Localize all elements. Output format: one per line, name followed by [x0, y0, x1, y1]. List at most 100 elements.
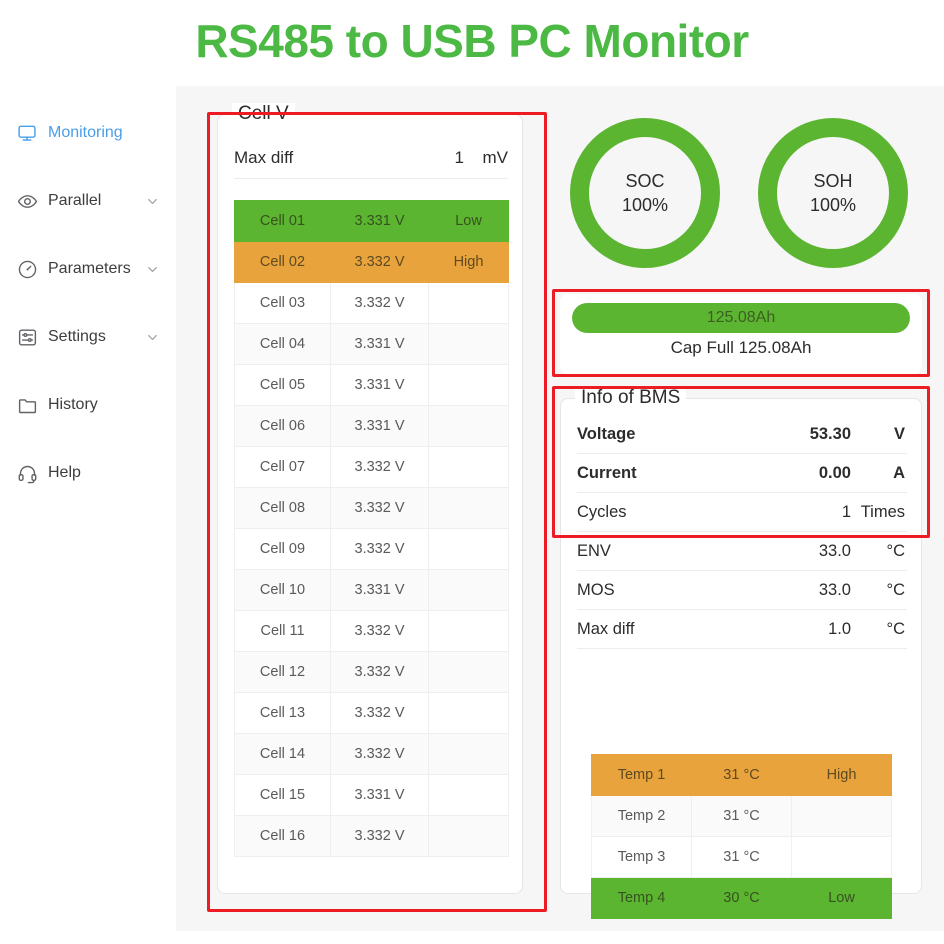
- cell-voltage-status: [428, 774, 509, 816]
- cell-voltage-row[interactable]: Cell 02 3.332 V High: [234, 241, 509, 283]
- bms-info-key: Max diff: [577, 619, 635, 638]
- bms-info-value: 33.0: [818, 580, 851, 599]
- page-title: RS485 to USB PC Monitor: [195, 15, 749, 67]
- cell-voltage-name: Cell 04: [234, 323, 331, 365]
- bms-info-unit: °C: [886, 541, 905, 560]
- sidebar-item-history[interactable]: History: [0, 390, 176, 420]
- bms-info-row: Cycles 1 Times: [577, 493, 907, 532]
- cell-voltage-value: 3.332 V: [330, 733, 429, 775]
- bms-info-value: 1: [841, 502, 851, 521]
- cell-voltage-row[interactable]: Cell 07 3.332 V: [234, 446, 509, 488]
- temperature-row[interactable]: Temp 3 31 °C: [591, 836, 892, 878]
- sidebar-label-monitoring: Monitoring: [48, 124, 123, 141]
- cell-voltage-value: 3.332 V: [330, 528, 429, 570]
- cell-voltage-row[interactable]: Cell 16 3.332 V: [234, 815, 509, 857]
- cell-voltage-row[interactable]: Cell 09 3.332 V: [234, 528, 509, 570]
- bms-info-key: Cycles: [577, 502, 627, 521]
- cell-voltage-legend: Cell V: [232, 103, 295, 125]
- temperature-name: Temp 1: [591, 754, 692, 796]
- cell-voltage-row[interactable]: Cell 06 3.331 V: [234, 405, 509, 447]
- bms-info-unit: °C: [886, 580, 905, 599]
- soh-gauge-label: SOH: [813, 170, 853, 191]
- sidebar-label-parameters: Parameters: [48, 260, 131, 277]
- temperature-status: [791, 795, 892, 837]
- chevron-down-icon-settings[interactable]: [144, 329, 160, 345]
- cell-voltage-value: 3.331 V: [330, 774, 429, 816]
- sidebar-label-help: Help: [48, 464, 81, 481]
- sidebar-item-parameters[interactable]: Parameters: [0, 254, 176, 284]
- cell-voltage-row[interactable]: Cell 12 3.332 V: [234, 651, 509, 693]
- cell-voltage-row[interactable]: Cell 10 3.331 V: [234, 569, 509, 611]
- capacity-subtext: Cap Full 125.08Ah: [670, 338, 812, 357]
- gauge-icon: [16, 258, 38, 280]
- cell-voltage-name: Cell 13: [234, 692, 331, 734]
- cell-voltage-row[interactable]: Cell 05 3.331 V: [234, 364, 509, 406]
- cell-voltage-value: 3.331 V: [330, 364, 429, 406]
- cell-voltage-row[interactable]: Cell 11 3.332 V: [234, 610, 509, 652]
- temperature-row[interactable]: Temp 1 31 °C High: [591, 754, 892, 796]
- cell-voltage-row[interactable]: Cell 14 3.332 V: [234, 733, 509, 775]
- cell-voltage-status: [428, 692, 509, 734]
- cell-voltage-value: 3.332 V: [330, 487, 429, 529]
- sidebar-item-monitoring[interactable]: Monitoring: [0, 118, 176, 148]
- cell-voltage-status: [428, 651, 509, 693]
- bms-info-unit: °C: [886, 619, 905, 638]
- sidebar-label-history: History: [48, 396, 98, 413]
- cell-voltage-row[interactable]: Cell 13 3.332 V: [234, 692, 509, 734]
- sidebar: Monitoring Parallel Parameters Settings …: [0, 86, 176, 944]
- bms-info-key: Voltage: [577, 424, 636, 443]
- cell-voltage-status: [428, 528, 509, 570]
- temperature-name: Temp 4: [591, 877, 692, 919]
- bms-info-value: 33.0: [818, 541, 851, 560]
- bms-info-legend: Info of BMS: [575, 387, 687, 409]
- bms-info-list: Voltage 53.30 V Current 0.00 A Cycles 1 Times ENV…: [577, 415, 907, 649]
- content-area: Cell V Max diff 1 mV Cell 01 3.331 V Low Ce…: [176, 86, 944, 931]
- soc-gauge-ring: SOC 100%: [570, 118, 720, 268]
- cell-voltage-name: Cell 12: [234, 651, 331, 693]
- sidebar-item-settings[interactable]: Settings: [0, 322, 176, 352]
- bms-info-key: ENV: [577, 541, 611, 560]
- cell-voltage-name: Cell 07: [234, 446, 331, 488]
- temperature-value: 30 °C: [691, 877, 792, 919]
- cell-voltage-row[interactable]: Cell 03 3.332 V: [234, 282, 509, 324]
- bms-info-key: MOS: [577, 580, 615, 599]
- sidebar-item-parallel[interactable]: Parallel: [0, 186, 176, 216]
- cell-voltage-name: Cell 02: [234, 241, 331, 283]
- temperature-status: High: [791, 754, 892, 796]
- cell-voltage-status: [428, 610, 509, 652]
- soh-gauge-ring: SOH 100%: [758, 118, 908, 268]
- sidebar-label-settings: Settings: [48, 328, 106, 345]
- cell-voltage-row[interactable]: Cell 01 3.331 V Low: [234, 200, 509, 242]
- app-root: RS485 to USB PC Monitor Monitoring Paral…: [0, 0, 944, 944]
- cell-voltage-value: 3.332 V: [330, 446, 429, 488]
- cell-voltage-name: Cell 15: [234, 774, 331, 816]
- cell-voltage-name: Cell 03: [234, 282, 331, 324]
- temperature-table: Temp 1 31 °C High Temp 2 31 °C Temp 3 31 °C Tem…: [591, 754, 892, 919]
- chevron-down-icon-parameters[interactable]: [144, 261, 160, 277]
- cell-voltage-value: 3.331 V: [330, 405, 429, 447]
- folder-icon: [16, 394, 38, 416]
- sidebar-item-help[interactable]: Help: [0, 458, 176, 488]
- bms-info-row: Voltage 53.30 V: [577, 415, 907, 454]
- temperature-row[interactable]: Temp 4 30 °C Low: [591, 877, 892, 919]
- headset-icon: [16, 462, 38, 484]
- cell-voltage-value: 3.332 V: [330, 241, 429, 283]
- bms-info-value: 53.30: [809, 424, 851, 443]
- cell-voltage-status: Low: [428, 200, 509, 242]
- cell-voltage-value: 3.332 V: [330, 692, 429, 734]
- temperature-row[interactable]: Temp 2 31 °C: [591, 795, 892, 837]
- chevron-down-icon-parallel[interactable]: [144, 193, 160, 209]
- sliders-icon: [16, 326, 38, 348]
- cell-voltage-value: 3.331 V: [330, 569, 429, 611]
- bms-info-unit: V: [893, 424, 905, 443]
- cell-voltage-status: [428, 364, 509, 406]
- cell-voltage-status: [428, 815, 509, 857]
- cell-voltage-value: 3.332 V: [330, 610, 429, 652]
- cell-voltage-row[interactable]: Cell 08 3.332 V: [234, 487, 509, 529]
- temperature-value: 31 °C: [691, 795, 792, 837]
- monitor-icon: [16, 122, 38, 144]
- cell-voltage-row[interactable]: Cell 15 3.331 V: [234, 774, 509, 816]
- cell-voltage-status: [428, 733, 509, 775]
- cell-max-diff-label: Max diff: [234, 147, 294, 167]
- cell-voltage-row[interactable]: Cell 04 3.331 V: [234, 323, 509, 365]
